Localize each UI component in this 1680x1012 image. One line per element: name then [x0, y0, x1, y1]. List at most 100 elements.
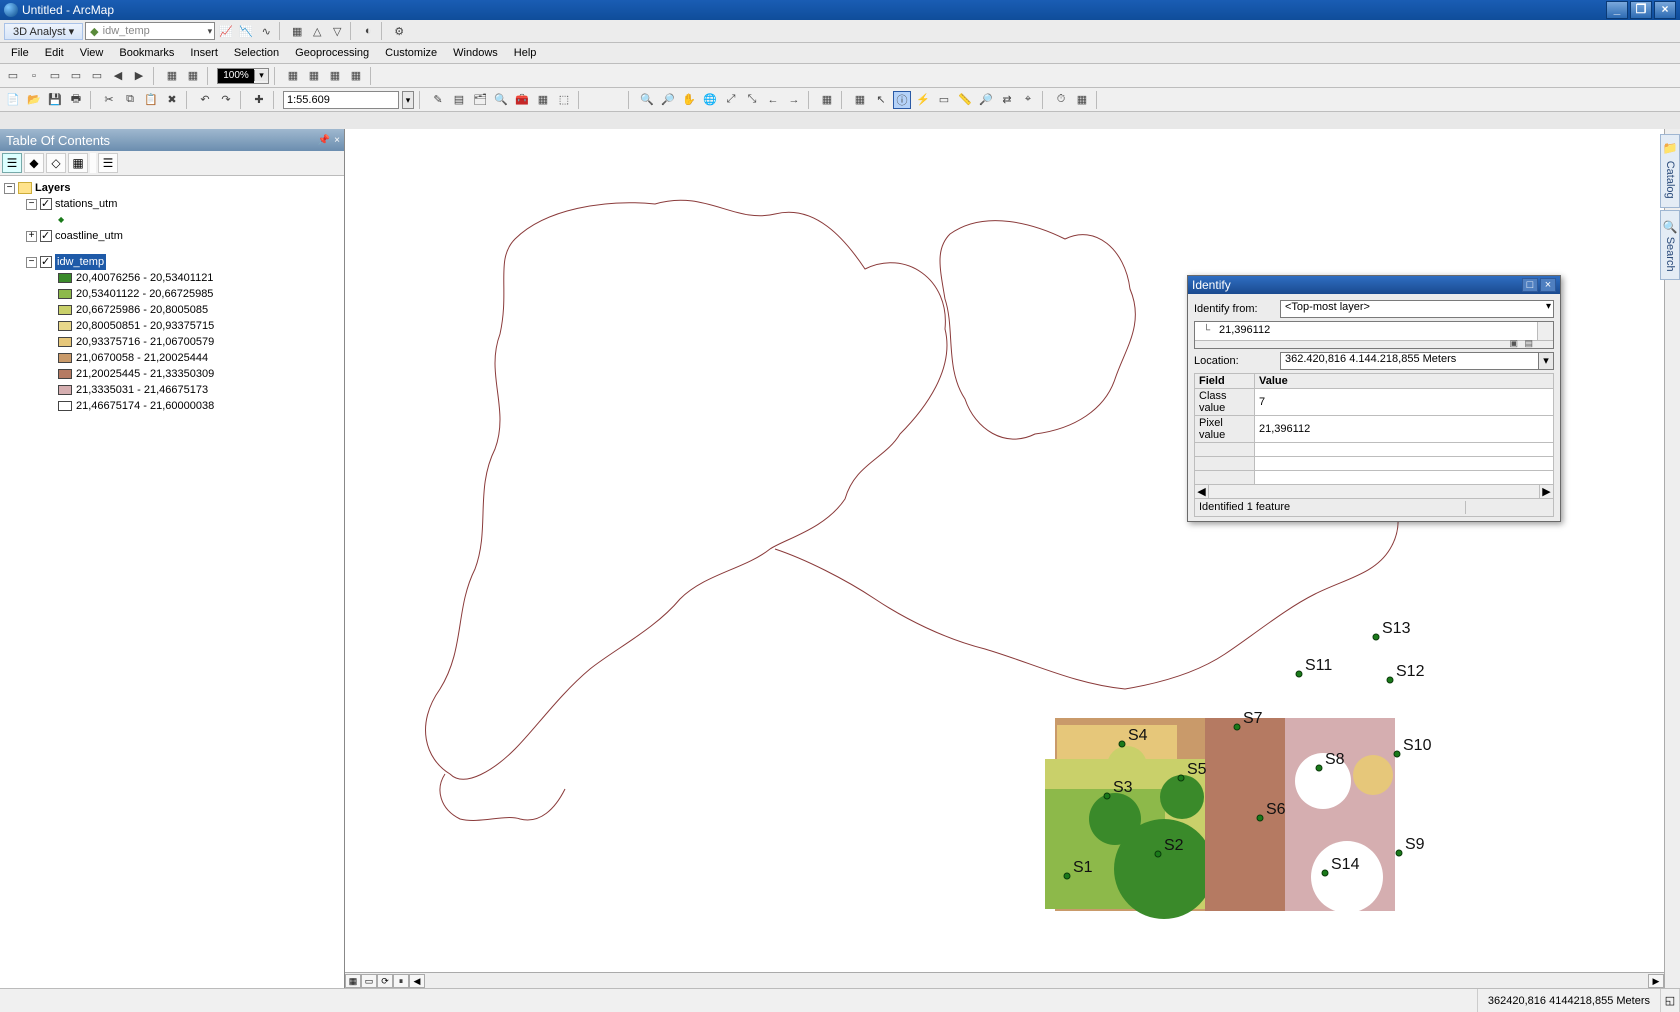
station-point[interactable]	[1387, 677, 1393, 683]
toc-list-by-source-icon[interactable]: ◆	[24, 153, 44, 173]
layer-checkbox[interactable]	[40, 198, 52, 210]
feature-tool-icon[interactable]: ▦	[288, 22, 306, 40]
full-extent-icon[interactable]: 🌐	[701, 91, 719, 109]
point-profile-icon[interactable]: 📉	[237, 22, 255, 40]
new-icon[interactable]: 📄	[4, 91, 22, 109]
expand-icon[interactable]: −	[4, 183, 15, 194]
arctoolbox-icon[interactable]: 🧰	[513, 91, 531, 109]
menu-windows[interactable]: Windows	[446, 45, 505, 61]
zoom-out-icon[interactable]: 🔎	[659, 91, 677, 109]
layout-pan-icon[interactable]: ▭	[46, 67, 64, 85]
print-icon[interactable]: 🖶	[67, 91, 85, 109]
menu-insert[interactable]: Insert	[183, 45, 225, 61]
identify-window[interactable]: Identify □ × Identify from: <Top-most la…	[1187, 275, 1561, 522]
toc-root-label[interactable]: Layers	[35, 180, 70, 196]
search-window-icon[interactable]: 🔍	[492, 91, 510, 109]
layout-zoom-dropdown[interactable]: 100% ▾	[217, 68, 269, 84]
table-header-value[interactable]: Value	[1255, 374, 1554, 389]
redo-icon[interactable]: ↷	[217, 91, 235, 109]
station-point[interactable]	[1373, 634, 1379, 640]
layout-100-icon[interactable]: ▭	[88, 67, 106, 85]
save-icon[interactable]: 💾	[46, 91, 64, 109]
3d-analyst-button[interactable]: 3D Analyst ▾	[4, 23, 83, 40]
layer-coastline-utm[interactable]: coastline_utm	[55, 228, 123, 244]
data-frame-icon[interactable]: ▦	[347, 67, 365, 85]
layout-zoom-out-icon[interactable]: ▫	[25, 67, 43, 85]
go-to-xy-icon[interactable]: ⌖	[1019, 91, 1037, 109]
toc-options-icon[interactable]: ☰	[98, 153, 118, 173]
expand-icon[interactable]: −	[26, 257, 37, 268]
python-icon[interactable]: ▦	[534, 91, 552, 109]
identify-maximize-icon[interactable]: □	[1522, 278, 1538, 292]
map-view[interactable]: S1S2S3S4S5S6S7S8S9S10S11S12S13S14 ▦ ▭ ⟳ …	[345, 129, 1680, 988]
pause-drawing-icon[interactable]: ⏸	[393, 974, 409, 988]
scroll-left-icon[interactable]: ◀	[409, 974, 425, 988]
station-point[interactable]	[1394, 751, 1400, 757]
go-back-icon[interactable]: ←	[764, 91, 782, 109]
identify-results-list[interactable]: └ 21,396112 ▣ ▤	[1194, 321, 1554, 349]
refresh-icon[interactable]: ⟳	[377, 974, 393, 988]
open-icon[interactable]: 📂	[25, 91, 43, 109]
close-button[interactable]: ×	[1654, 1, 1676, 19]
go-forward-icon[interactable]: →	[785, 91, 803, 109]
table-header-field[interactable]: Field	[1195, 374, 1255, 389]
pointer-icon[interactable]: ↖	[872, 91, 890, 109]
menu-customize[interactable]: Customize	[378, 45, 444, 61]
list-hscrollbar[interactable]	[1195, 340, 1553, 348]
identify-titlebar[interactable]: Identify □ ×	[1188, 276, 1560, 294]
station-point[interactable]	[1257, 815, 1263, 821]
change-layout-icon[interactable]: ▦	[326, 67, 344, 85]
layer-idw-temp[interactable]: idw_temp	[55, 254, 106, 270]
data-driven-icon[interactable]: ▦	[163, 67, 181, 85]
toc-pin-icon[interactable]: 📌	[318, 135, 330, 146]
toc-icon[interactable]: ▤	[450, 91, 468, 109]
tin-edit-icon[interactable]: △	[308, 22, 326, 40]
measure-icon[interactable]: 📏	[956, 91, 974, 109]
identify-table-hscroll[interactable]: ◀▶	[1194, 485, 1554, 499]
hyperlink-icon[interactable]: ⚡	[914, 91, 932, 109]
menu-help[interactable]: Help	[507, 45, 544, 61]
menu-edit[interactable]: Edit	[38, 45, 71, 61]
layout-prev-icon[interactable]: ◀	[109, 67, 127, 85]
options-icon[interactable]: ⚙	[390, 22, 408, 40]
pan-icon[interactable]: ✋	[680, 91, 698, 109]
page-setup-icon[interactable]: ▦	[184, 67, 202, 85]
station-point[interactable]	[1322, 870, 1328, 876]
catalog-icon[interactable]: 🗂	[471, 91, 489, 109]
station-point[interactable]	[1064, 873, 1070, 879]
select-features-icon[interactable]: ▦	[818, 91, 836, 109]
fixed-zoom-out-icon[interactable]: ⤡	[743, 91, 761, 109]
find-route-icon[interactable]: ⇄	[998, 91, 1016, 109]
add-data-icon[interactable]: ✚	[250, 91, 268, 109]
identify-close-icon[interactable]: ×	[1540, 278, 1556, 292]
station-point[interactable]	[1316, 765, 1322, 771]
clear-selection-icon[interactable]: ▦	[851, 91, 869, 109]
toc-list-by-drawing-order-icon[interactable]: ☰	[2, 153, 22, 173]
layer-checkbox[interactable]	[40, 256, 52, 268]
zoom-in-icon[interactable]: 🔍	[638, 91, 656, 109]
toc-close-icon[interactable]: ×	[334, 135, 340, 146]
menu-file[interactable]: File	[4, 45, 36, 61]
search-tab[interactable]: 🔍 Search	[1660, 210, 1680, 281]
editor-toolbar-icon[interactable]: ✎	[429, 91, 447, 109]
scroll-right-icon[interactable]: ▶	[1648, 974, 1664, 988]
undo-icon[interactable]: ↶	[196, 91, 214, 109]
copy-icon[interactable]: ⧉	[121, 91, 139, 109]
menu-selection[interactable]: Selection	[227, 45, 286, 61]
layer-stations-utm[interactable]: stations_utm	[55, 196, 117, 212]
layout-next-icon[interactable]: ▶	[130, 67, 148, 85]
catalog-tab[interactable]: 📁 Catalog	[1660, 134, 1680, 208]
station-point[interactable]	[1396, 850, 1402, 856]
layout-full-icon[interactable]: ▭	[67, 67, 85, 85]
identify-flash-icons[interactable]: ▣ ▤	[1509, 338, 1535, 349]
station-point[interactable]	[1119, 741, 1125, 747]
location-unit-dropdown-icon[interactable]: ▾	[1538, 352, 1554, 370]
toc-list-by-visibility-icon[interactable]: ◇	[46, 153, 66, 173]
paste-icon[interactable]: 📋	[142, 91, 160, 109]
tin-node-icon[interactable]: ▽	[328, 22, 346, 40]
time-slider-icon[interactable]: ⏱	[1052, 91, 1070, 109]
analyst-layer-dropdown[interactable]: ◆ idw_temp	[85, 22, 215, 40]
toc-list-by-selection-icon[interactable]: ▦	[68, 153, 88, 173]
list-scrollbar[interactable]	[1537, 322, 1553, 340]
station-point[interactable]	[1155, 851, 1161, 857]
